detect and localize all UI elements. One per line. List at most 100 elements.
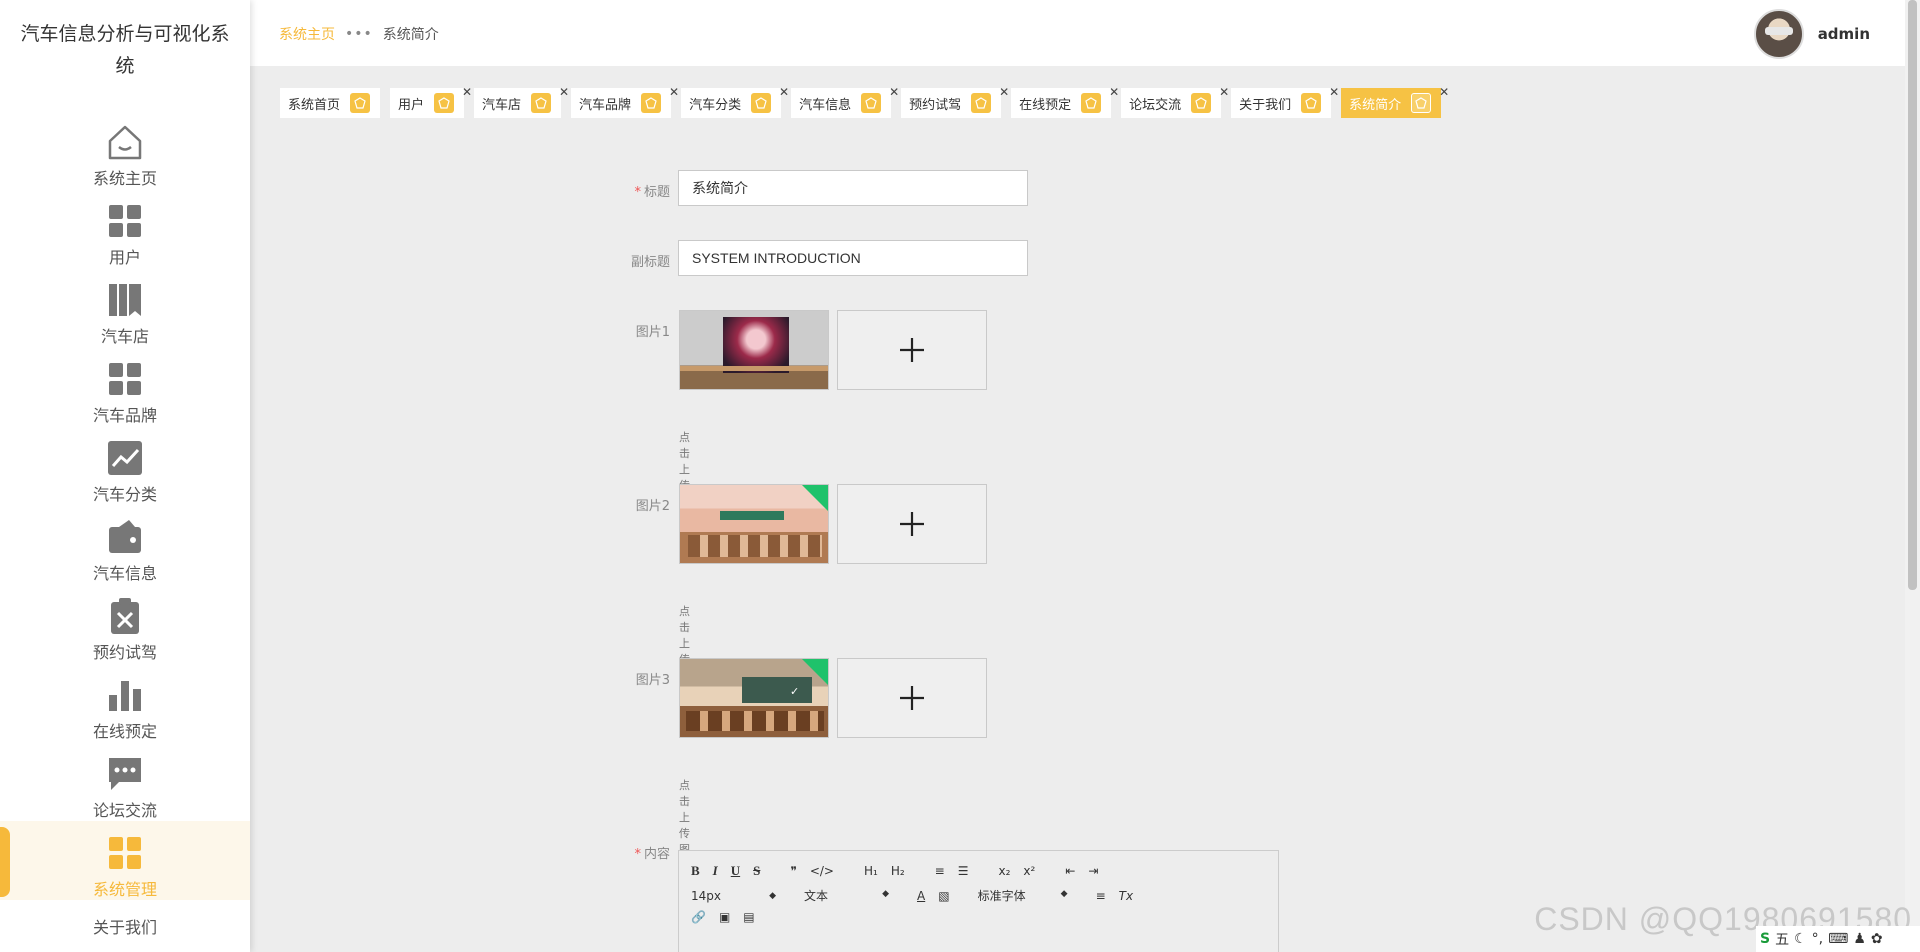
strike-button[interactable]: S (753, 863, 760, 879)
header2-button[interactable]: H₂ (891, 864, 905, 878)
sidebar-subitem-label: 关于我们 (92, 918, 157, 937)
tab-refresh-icon[interactable] (350, 93, 371, 113)
close-icon[interactable]: ✕ (1438, 85, 1450, 99)
tab-system-home[interactable]: 系统首页 (280, 88, 381, 118)
sidebar-item-forum[interactable]: 论坛交流 (0, 742, 250, 821)
breadcrumb-home-link[interactable]: 系统主页 (279, 24, 335, 44)
page-scrollbar[interactable] (1905, 0, 1920, 952)
punctuation-icon[interactable]: °, (1812, 931, 1823, 947)
tab-refresh-icon[interactable] (1411, 93, 1432, 113)
tab-refresh-icon[interactable] (1191, 93, 1212, 113)
avatar[interactable] (1753, 9, 1804, 59)
close-icon[interactable]: ✕ (1108, 85, 1120, 99)
user-icon[interactable]: ♟ (1853, 931, 1866, 947)
ime-logo[interactable]: S (1760, 931, 1770, 947)
breadcrumb-current: 系统简介 (382, 27, 439, 43)
tab-system-intro[interactable]: 系统简介 ✕ (1341, 85, 1449, 118)
text-format-select[interactable]: 文本 ◆ (804, 887, 889, 904)
picture1-thumbnail[interactable] (679, 310, 829, 390)
app-title: 汽车信息分析与可视化系统 (20, 23, 230, 77)
close-icon[interactable]: ✕ (1328, 85, 1340, 99)
tab-label: 汽车店 (482, 97, 522, 113)
bullet-list-button[interactable]: ☰ (958, 864, 969, 878)
background-color-icon[interactable]: ▧ (938, 889, 949, 903)
indent-button[interactable]: ⇥ (1088, 864, 1098, 878)
sidebar-item-label: 汽车分类 (92, 485, 157, 504)
sidebar-subitem-about-us[interactable]: 关于我们 (0, 900, 250, 942)
picture3-thumbnail[interactable]: ✓ (679, 658, 829, 738)
sidebar-item-users[interactable]: 用户 (0, 189, 250, 268)
tab-refresh-icon[interactable] (861, 93, 882, 113)
font-color-icon[interactable]: A (917, 889, 925, 903)
keyboard-icon[interactable]: ⌨ (1828, 931, 1848, 947)
blockquote-button[interactable]: ❞ (790, 864, 796, 878)
close-icon[interactable]: ✕ (1218, 85, 1230, 99)
sidebar-item-system-management[interactable]: 系统管理 (0, 821, 250, 900)
align-icon[interactable]: ≡ (1096, 889, 1106, 903)
sidebar-item-car-category[interactable]: 汽车分类 (0, 426, 250, 505)
video-icon[interactable]: ▤ (743, 910, 754, 924)
scrollbar-thumb[interactable] (1908, 0, 1917, 590)
ime-mode-indicator[interactable]: 五 (1775, 929, 1789, 949)
tab-refresh-icon[interactable] (641, 93, 662, 113)
tab-car-category[interactable]: 汽车分类 ✕ (681, 85, 789, 118)
code-block-button[interactable]: </> (810, 864, 834, 878)
sidebar-item-car-shop[interactable]: 汽车店 (0, 268, 250, 347)
ordered-list-button[interactable]: ≡ (935, 864, 945, 878)
sidebar-item-car-brand[interactable]: 汽车品牌 (0, 347, 250, 426)
close-icon[interactable]: ✕ (998, 85, 1010, 99)
sidebar-menu: 系统主页 用户 汽车店 汽车品牌 汽车分类 汽车信息 预约试驾 在线预定 论坛交… (0, 110, 250, 942)
clear-format-icon[interactable]: Tx (1119, 889, 1133, 903)
outdent-button[interactable]: ⇤ (1065, 864, 1075, 878)
close-icon[interactable]: ✕ (888, 85, 900, 99)
bold-button[interactable]: B (691, 863, 700, 879)
picture2-thumbnail[interactable] (679, 484, 829, 564)
superscript-button[interactable]: x² (1023, 864, 1035, 878)
tab-label: 汽车分类 (689, 97, 742, 113)
upload-picture2-button[interactable] (837, 484, 987, 564)
upload-picture1-button[interactable] (837, 310, 987, 390)
tab-refresh-icon[interactable] (1301, 93, 1322, 113)
rich-text-editor[interactable]: B I U S ❞ </> H₁ H₂ ≡ ☰ x₂ x² ⇤ ⇥ 14px ◆ … (678, 850, 1279, 952)
tab-refresh-icon[interactable] (1081, 93, 1102, 113)
sidebar-item-home[interactable]: 系统主页 (0, 110, 250, 189)
header1-button[interactable]: H₁ (864, 864, 878, 878)
content-label: * 内容 (634, 847, 670, 862)
tab-booking[interactable]: 在线预定 ✕ (1011, 85, 1119, 118)
tab-test-drive[interactable]: 预约试驾 ✕ (901, 85, 1009, 118)
underline-button[interactable]: U (731, 863, 740, 879)
sidebar-item-car-info[interactable]: 汽车信息 (0, 505, 250, 584)
tab-car-brand[interactable]: 汽车品牌 ✕ (571, 85, 679, 118)
tab-users[interactable]: 用户 ✕ (390, 85, 472, 118)
tab-label: 用户 (398, 97, 425, 113)
close-icon[interactable]: ✕ (778, 85, 790, 99)
tab-refresh-icon[interactable] (531, 93, 552, 113)
close-icon[interactable]: ✕ (668, 85, 680, 99)
username[interactable]: admin (1818, 25, 1870, 43)
font-size-select[interactable]: 14px ◆ (691, 889, 776, 903)
tab-car-shop[interactable]: 汽车店 ✕ (474, 85, 569, 118)
tab-refresh-icon[interactable] (971, 93, 992, 113)
upload-picture3-button[interactable] (837, 658, 987, 738)
title-field[interactable]: 系统简介 (678, 170, 1028, 206)
sidebar-item-test-drive[interactable]: 预约试驾 (0, 584, 250, 663)
tab-about-us[interactable]: 关于我们 ✕ (1231, 85, 1339, 118)
tab-refresh-icon[interactable] (751, 93, 772, 113)
tab-forum[interactable]: 论坛交流 ✕ (1121, 85, 1229, 118)
subtitle-field[interactable]: SYSTEM INTRODUCTION (678, 240, 1028, 276)
moon-icon[interactable]: ☾ (1794, 931, 1807, 947)
image-icon[interactable]: ▣ (719, 910, 730, 924)
user-menu[interactable]: admin (1753, 9, 1870, 59)
close-icon[interactable]: ✕ (558, 85, 570, 99)
close-icon[interactable]: ✕ (461, 85, 473, 99)
italic-button[interactable]: I (713, 863, 718, 879)
sidebar-item-label: 在线预定 (92, 722, 157, 741)
link-icon[interactable]: 🔗 (691, 910, 706, 924)
tab-refresh-icon[interactable] (434, 93, 455, 113)
tab-car-info[interactable]: 汽车信息 ✕ (791, 85, 899, 118)
sidebar-item-booking[interactable]: 在线预定 (0, 663, 250, 742)
chevron-down-icon: ◆ (769, 890, 776, 901)
subscript-button[interactable]: x₂ (999, 864, 1011, 878)
settings-icon[interactable]: ✿ (1871, 931, 1883, 947)
font-family-select[interactable]: 标准字体 ◆ (978, 887, 1068, 904)
